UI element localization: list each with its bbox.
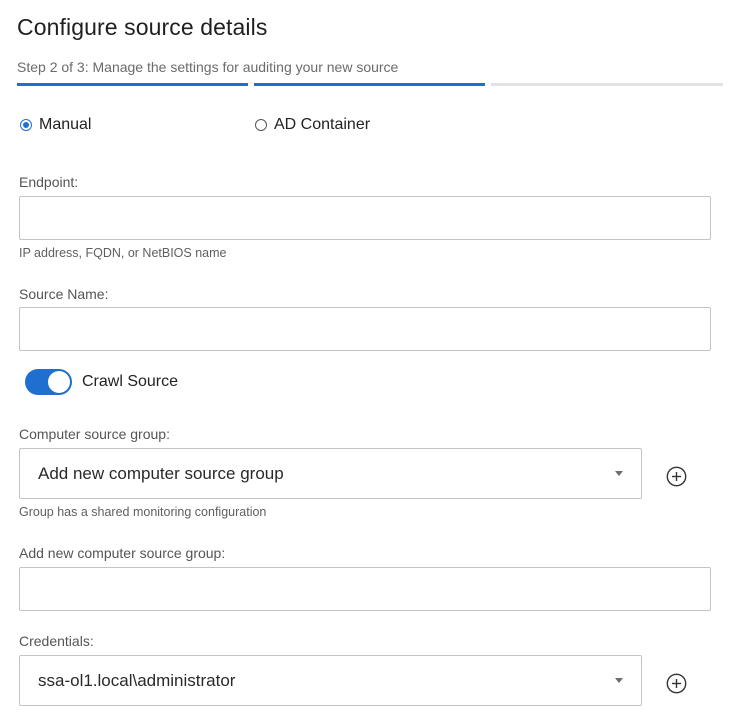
credentials-select[interactable]: ssa-ol1.local\administrator (19, 655, 642, 706)
crawl-source-row: Crawl Source (25, 369, 178, 395)
source-name-input[interactable] (19, 307, 711, 351)
credentials-selected-value: ssa-ol1.local\administrator (38, 670, 236, 690)
endpoint-input[interactable] (19, 196, 711, 240)
step-3-bar (491, 83, 723, 86)
endpoint-label: Endpoint: (19, 174, 79, 190)
computer-group-selected-value: Add new computer source group (38, 463, 284, 483)
computer-group-select[interactable]: Add new computer source group (19, 448, 642, 499)
new-group-input[interactable] (19, 567, 711, 611)
crawl-source-label: Crawl Source (82, 373, 179, 390)
new-group-label: Add new computer source group: (19, 545, 226, 561)
step-1-bar (17, 83, 248, 86)
computer-group-hint: Group has a shared monitoring configurat… (19, 505, 267, 519)
add-group-plus-circle-icon[interactable] (666, 466, 687, 487)
radio-manual[interactable] (20, 119, 32, 131)
toggle-knob (48, 371, 70, 393)
endpoint-hint: IP address, FQDN, or NetBIOS name (19, 246, 227, 260)
computer-group-label: Computer source group: (19, 426, 170, 442)
credentials-label: Credentials: (19, 633, 94, 649)
chevron-down-icon (615, 471, 623, 476)
page-title: Configure source details (17, 14, 268, 40)
add-credentials-plus-circle-icon[interactable] (666, 673, 687, 694)
radio-manual-option[interactable]: Manual (20, 116, 91, 134)
chevron-down-icon (615, 678, 623, 683)
radio-ad-container[interactable] (255, 119, 267, 131)
radio-ad-container-option[interactable]: AD Container (255, 116, 370, 134)
radio-manual-label: Manual (39, 116, 92, 133)
step-2-bar (254, 83, 485, 86)
crawl-source-toggle[interactable] (25, 369, 72, 395)
source-name-label: Source Name: (19, 286, 109, 302)
radio-ad-container-label: AD Container (274, 116, 371, 133)
step-subtitle: Step 2 of 3: Manage the settings for aud… (17, 59, 399, 75)
